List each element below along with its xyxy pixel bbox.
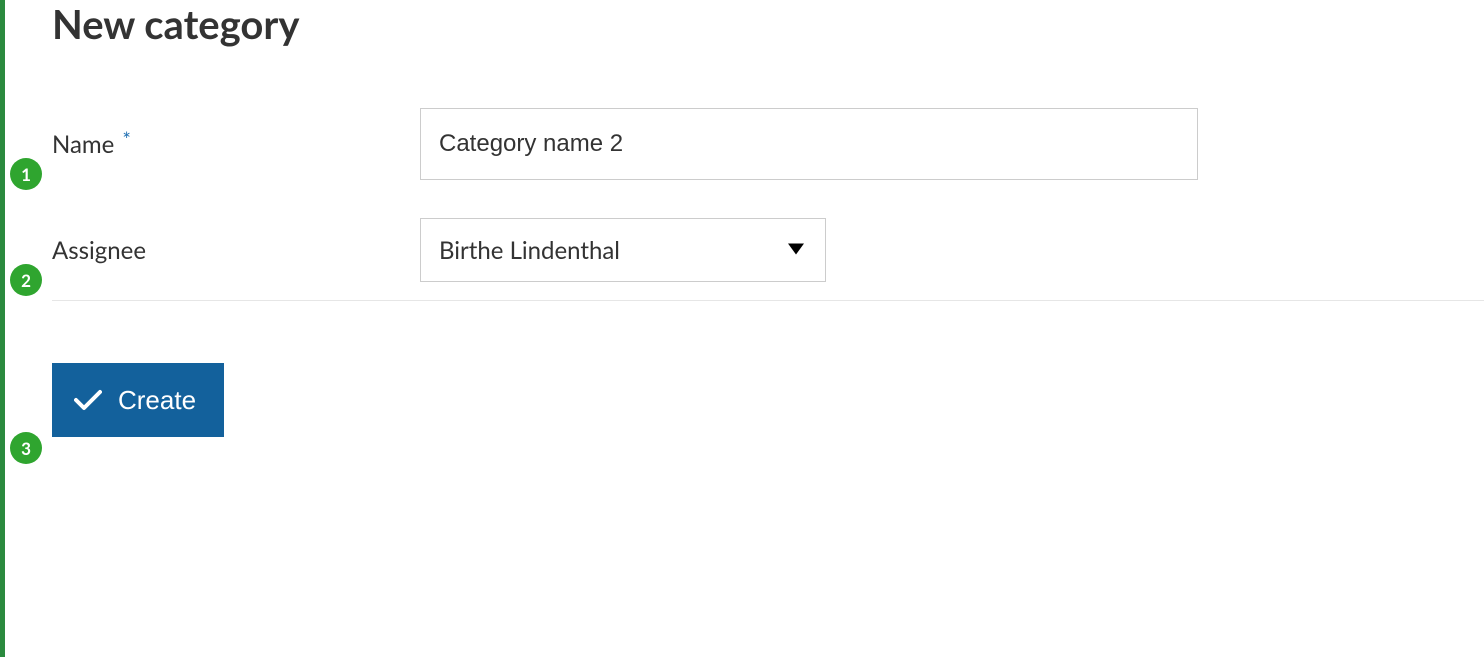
name-input[interactable] — [420, 108, 1198, 180]
create-button[interactable]: Create — [52, 363, 224, 437]
annotation-badge-2: 2 — [10, 264, 42, 296]
assignee-selected-value: Birthe Lindenthal — [439, 236, 620, 265]
annotation-badge-3: 3 — [10, 432, 42, 464]
name-label: Name * — [52, 130, 420, 159]
assignee-row: Assignee Birthe Lindenthal — [52, 218, 1484, 282]
name-label-text: Name — [52, 130, 114, 159]
form-actions: Create — [52, 363, 1484, 437]
annotation-badge-1: 1 — [10, 158, 42, 190]
assignee-select[interactable]: Birthe Lindenthal — [420, 218, 826, 282]
check-icon — [74, 389, 102, 411]
assignee-label-text: Assignee — [52, 236, 146, 265]
divider — [52, 300, 1484, 301]
name-row: Name * — [52, 108, 1484, 180]
new-category-form: Name * Assignee Birthe Lindenthal — [52, 108, 1484, 437]
page-title: New category — [52, 0, 1484, 48]
assignee-label: Assignee — [52, 236, 420, 265]
required-indicator: * — [122, 128, 131, 152]
form-container: New category Name * Assignee Birthe Lind… — [0, 0, 1484, 437]
create-button-label: Create — [118, 385, 196, 416]
